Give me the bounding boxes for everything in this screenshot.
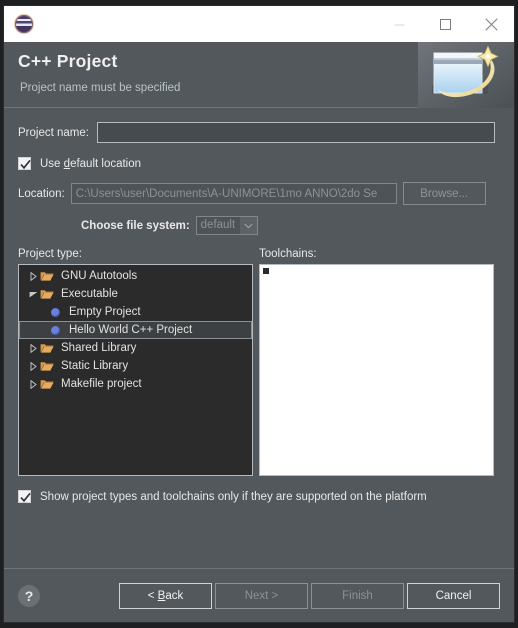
show-supported-row[interactable]: Show project types and toolchains only i… (18, 490, 500, 503)
location-label: Location: (18, 187, 65, 200)
location-input[interactable] (70, 183, 397, 204)
close-button[interactable] (468, 6, 514, 42)
browse-button[interactable]: Browse... (402, 182, 486, 205)
chevron-down-icon[interactable] (26, 291, 40, 298)
project-type-tree[interactable]: GNU Autotools Executable Empty Project Hell… (18, 264, 253, 476)
show-supported-label: Show project types and toolchains only i… (40, 490, 427, 503)
pane-labels-row: Project type: Toolchains: (18, 248, 500, 260)
tree-node[interactable]: Makefile project (19, 375, 252, 393)
minimize-button[interactable] (376, 6, 422, 42)
toolchains-label: Toolchains: (259, 248, 317, 260)
chevron-right-icon[interactable] (26, 361, 40, 371)
maximize-button[interactable] (422, 6, 468, 42)
project-type-label: Project type: (18, 248, 82, 260)
file-system-combo[interactable]: default (195, 216, 258, 235)
use-default-location-row[interactable]: Use default location (18, 157, 500, 170)
file-system-value: default (196, 217, 240, 234)
location-row: Location: Browse... (18, 182, 500, 205)
project-name-row: Project name: (18, 122, 500, 143)
dialog-footer: ? < Back Next > Finish Cancel (4, 568, 514, 622)
tree-node-label: Static Library (61, 360, 129, 372)
tree-node-label: Shared Library (61, 342, 137, 354)
tree-node[interactable]: Empty Project (19, 303, 252, 321)
window-titlebar (4, 6, 514, 42)
tree-node-label: Executable (61, 288, 118, 300)
finish-button[interactable]: Finish (311, 582, 404, 609)
eclipse-icon (15, 15, 33, 33)
next-button[interactable]: Next > (215, 582, 308, 609)
bullet-icon (44, 325, 66, 335)
tree-node-label: Hello World C++ Project (69, 324, 193, 336)
toolchains-list[interactable] (259, 264, 494, 476)
folder-icon (40, 360, 58, 372)
tree-node[interactable]: Hello World C++ Project (19, 321, 252, 339)
chevron-right-icon[interactable] (26, 271, 40, 281)
tree-node[interactable]: GNU Autotools (19, 267, 252, 285)
folder-icon (40, 378, 58, 390)
use-default-location-checkbox[interactable] (18, 157, 31, 170)
tree-node-label: GNU Autotools (61, 270, 138, 282)
chevron-right-icon[interactable] (26, 379, 40, 389)
project-name-input[interactable] (96, 122, 495, 143)
back-button[interactable]: < Back (119, 582, 212, 609)
folder-icon (40, 288, 58, 300)
folder-icon (40, 270, 58, 282)
tree-node-label: Empty Project (69, 306, 141, 318)
use-default-location-label: Use default location (40, 157, 142, 170)
dialog-body: Project name: Use default location Locat… (4, 108, 514, 568)
tree-node[interactable]: Shared Library (19, 339, 252, 357)
chevron-right-icon[interactable] (26, 343, 40, 353)
file-system-row: Choose file system: default (81, 216, 500, 235)
chevron-down-icon (239, 217, 257, 234)
folder-icon (40, 342, 58, 354)
cpp-project-wizard-icon (418, 42, 514, 108)
selection-panes: GNU Autotools Executable Empty Project Hell… (18, 264, 500, 476)
toolchains-marker-icon (263, 268, 269, 274)
project-name-label: Project name: (18, 126, 89, 139)
dialog-header: C++ Project Project name must be specifi… (4, 42, 514, 108)
help-icon[interactable]: ? (18, 584, 40, 607)
bullet-icon (44, 307, 66, 317)
desktop-background: C++ Project Project name must be specifi… (0, 0, 518, 628)
tree-node-label: Makefile project (61, 378, 142, 390)
tree-node[interactable]: Static Library (19, 357, 252, 375)
cpp-project-wizard-dialog: C++ Project Project name must be specifi… (4, 6, 514, 622)
cancel-button[interactable]: Cancel (407, 582, 500, 609)
tree-node[interactable]: Executable (19, 285, 252, 303)
file-system-label: Choose file system: (81, 219, 190, 232)
show-supported-checkbox[interactable] (18, 490, 31, 503)
